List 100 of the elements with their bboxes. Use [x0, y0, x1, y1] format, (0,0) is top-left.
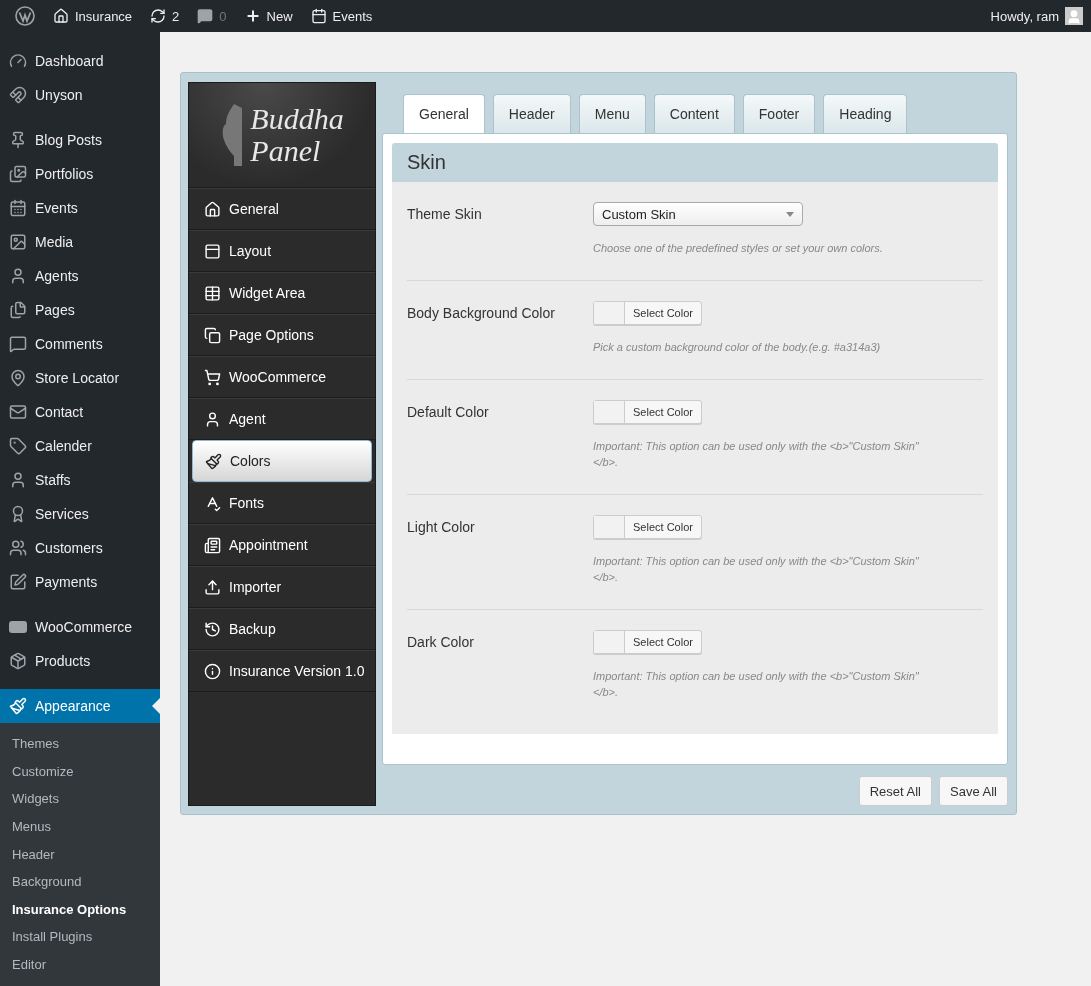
color-swatch: [594, 631, 625, 653]
tab[interactable]: Content: [653, 94, 735, 133]
home-icon: [53, 8, 69, 24]
save-button[interactable]: Save All: [939, 776, 1008, 806]
field-hint: Choose one of the predefined styles or set your own colors.: [593, 241, 883, 256]
menu-item[interactable]: Unyson: [0, 78, 160, 112]
avatar-icon: [1065, 7, 1083, 25]
panel-nav-item[interactable]: Fonts: [189, 482, 375, 524]
color-swatch: [594, 401, 625, 423]
color-picker-button[interactable]: Select Color: [593, 630, 702, 654]
new-link[interactable]: New: [235, 0, 302, 32]
field-hint: Important: This option can be used only with the <b>"Custom Skin"</b>.: [593, 669, 920, 700]
submenu-item[interactable]: Header: [0, 840, 160, 868]
panel-nav-item[interactable]: Page Options: [189, 314, 375, 356]
events-link[interactable]: Events: [301, 0, 382, 32]
panel-nav-item[interactable]: WooCommerce: [189, 356, 375, 398]
tab[interactable]: Menu: [578, 94, 646, 133]
menu-item[interactable]: Events: [0, 191, 160, 225]
person-icon: [9, 471, 27, 489]
color-picker-button[interactable]: Select Color: [593, 515, 702, 539]
woo-box-icon: [9, 620, 27, 634]
menu-item[interactable]: Media: [0, 225, 160, 259]
speech-bubble-icon: [197, 8, 214, 24]
menu-item[interactable]: Appearance: [0, 689, 160, 723]
field-hint: Pick a custom background color of the body.(e.g. #a314a3): [593, 340, 881, 355]
panel-nav-item[interactable]: Insurance Version 1.0: [189, 650, 375, 692]
info-icon: [204, 662, 221, 680]
submenu-item[interactable]: Widgets: [0, 785, 160, 813]
menu-item[interactable]: Products: [0, 644, 160, 678]
account-link[interactable]: Howdy, ram: [990, 7, 1083, 25]
field-label: Light Color: [407, 518, 476, 537]
field-label: Body Background Color: [407, 304, 556, 323]
panel-nav-item[interactable]: Layout: [189, 230, 375, 272]
submenu-item[interactable]: Editor: [0, 950, 160, 979]
panel-nav-item[interactable]: General: [189, 188, 375, 230]
home-icon: [204, 200, 221, 218]
pages-icon: [9, 301, 27, 319]
map-pin-icon: [9, 369, 27, 387]
panel-nav-item[interactable]: Importer: [189, 566, 375, 608]
logo-text: Panel: [250, 135, 322, 167]
menu-item[interactable]: Blog Posts: [0, 123, 160, 157]
color-picker-button[interactable]: Select Color: [593, 400, 702, 424]
history-icon: [204, 620, 221, 638]
submenu-item[interactable]: Install Plugins: [0, 923, 160, 951]
menu-item[interactable]: Dashboard: [0, 44, 160, 78]
color-swatch: [594, 302, 625, 324]
updates-link[interactable]: 2: [141, 0, 189, 32]
tab[interactable]: General: [403, 94, 485, 133]
reset-button[interactable]: Reset All: [858, 776, 932, 806]
panel-nav-item[interactable]: Appointment: [189, 524, 375, 566]
tab[interactable]: Heading: [823, 94, 908, 133]
pen-icon: [9, 573, 27, 591]
speech-bubble-icon: [9, 335, 27, 353]
site-link[interactable]: Insurance: [44, 0, 142, 32]
field-label: Theme Skin: [407, 205, 483, 224]
skin-select[interactable]: Custom Skin: [593, 202, 803, 226]
panel-nav-item[interactable]: Colors: [192, 440, 372, 482]
submenu-item[interactable]: Background: [0, 867, 160, 896]
submenu-item[interactable]: Customize: [0, 757, 160, 786]
color-swatch: [594, 516, 625, 538]
menu-item[interactable]: WooCommerce: [0, 610, 160, 644]
tag-icon: [9, 437, 27, 455]
images-icon: [9, 165, 27, 183]
menu-item[interactable]: Payments: [0, 565, 160, 599]
package-icon: [9, 652, 27, 670]
image-icon: [9, 233, 27, 251]
plus-icon: [244, 8, 261, 24]
table-icon: [204, 284, 221, 302]
menu-item[interactable]: Calender: [0, 429, 160, 463]
menu-item[interactable]: Services: [0, 497, 160, 531]
submenu-item[interactable]: Insurance Options: [0, 895, 160, 924]
menu-item[interactable]: Portfolios: [0, 157, 160, 191]
menu-item[interactable]: Staffs: [0, 463, 160, 497]
menu-item[interactable]: Agents: [0, 259, 160, 293]
pin-icon: [9, 131, 27, 149]
color-picker-button[interactable]: Select Color: [593, 301, 702, 325]
submenu-item[interactable]: Themes: [0, 730, 160, 758]
section-title: Skin: [392, 143, 998, 182]
menu-item[interactable]: Contact: [0, 395, 160, 429]
logo-text: Buddha: [250, 103, 344, 135]
upload-icon: [204, 578, 221, 596]
paintbrush-icon: [205, 452, 222, 470]
menu-item[interactable]: Comments: [0, 327, 160, 361]
panel-nav-item[interactable]: Backup: [189, 608, 375, 650]
tab[interactable]: Header: [492, 94, 571, 133]
envelope-icon: [9, 403, 27, 421]
field-label: Default Color: [407, 403, 490, 422]
menu-item[interactable]: Store Locator: [0, 361, 160, 395]
tab[interactable]: Footer: [742, 94, 816, 133]
newspaper-icon: [204, 536, 221, 554]
magnet-icon: [9, 86, 27, 104]
cart-icon: [204, 368, 221, 386]
menu-item[interactable]: Pages: [0, 293, 160, 327]
panel-nav-item[interactable]: Widget Area: [189, 272, 375, 314]
field-label: Dark Color: [407, 633, 475, 652]
submenu-item[interactable]: Menus: [0, 812, 160, 841]
calendar-icon: [9, 199, 27, 217]
refresh-icon: [150, 8, 167, 24]
menu-item[interactable]: Customers: [0, 531, 160, 565]
group-icon: [9, 539, 27, 557]
